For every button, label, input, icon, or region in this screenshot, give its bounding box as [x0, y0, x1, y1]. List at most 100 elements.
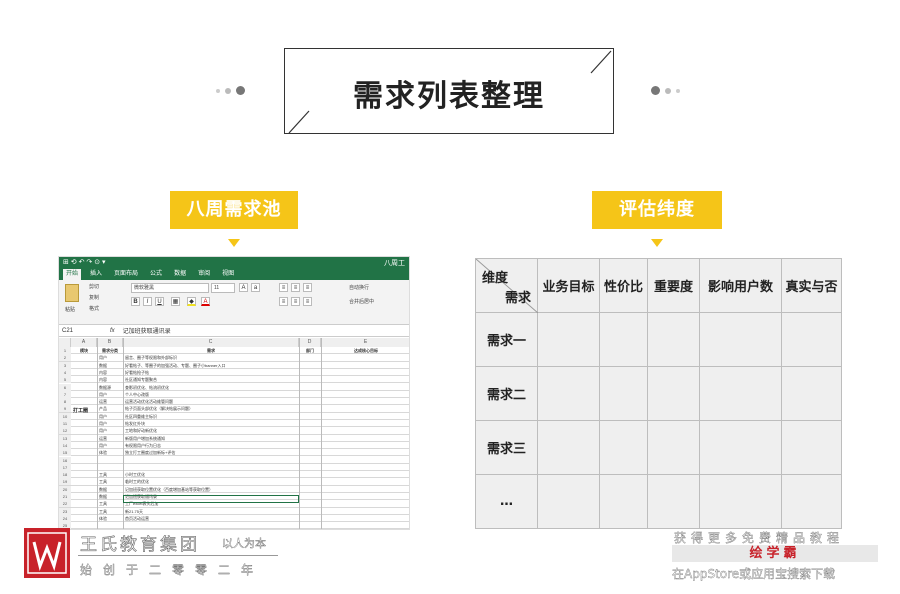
requirement-cell[interactable]: 个人中心改版: [125, 391, 297, 398]
row-number[interactable]: 20: [59, 485, 71, 493]
table-row[interactable]: 6 数据源 查影初优化、帖流初优化: [59, 383, 409, 391]
requirement-cell[interactable]: 帖子页面头部优化（解决帖展示问题）: [125, 405, 297, 412]
tab-insert[interactable]: 插入: [87, 269, 105, 280]
align-top-icon[interactable]: ≡: [279, 283, 288, 292]
category-cell[interactable]: 数据: [99, 493, 123, 500]
table-row[interactable]: 14 用户 有权限用户行为日志: [59, 441, 409, 450]
align-right-icon[interactable]: ≡: [303, 297, 312, 306]
category-cell[interactable]: 用户: [99, 420, 123, 427]
category-cell[interactable]: 工具: [99, 471, 123, 478]
row-number[interactable]: 23: [59, 507, 71, 515]
align-bottom-icon[interactable]: ≡: [303, 283, 312, 292]
row-number[interactable]: 7: [59, 390, 71, 398]
table-row[interactable]: 11 用户 帖发红外块: [59, 420, 409, 428]
category-cell[interactable]: 用户: [99, 442, 123, 449]
table-row[interactable]: 5 内容 社区通知专题聚合: [59, 376, 409, 384]
cut-button[interactable]: 剪切: [89, 283, 99, 290]
requirement-cell[interactable]: 新21.75天: [125, 508, 297, 515]
row-number[interactable]: 12: [59, 427, 71, 435]
category-cell[interactable]: 数据: [99, 486, 123, 493]
table-row[interactable]: 17: [59, 463, 409, 472]
category-cell[interactable]: 工具: [99, 500, 123, 507]
table-row[interactable]: 18 工具 小时工优化: [59, 471, 409, 479]
copy-button[interactable]: 复制: [89, 294, 99, 301]
category-cell[interactable]: [99, 464, 123, 471]
category-cell[interactable]: 运营: [99, 398, 123, 405]
requirement-cell[interactable]: 运营活动优化活动维管问题: [125, 398, 297, 405]
category-cell[interactable]: 用户: [99, 354, 123, 361]
header-cell[interactable]: 达成核心目标: [321, 347, 409, 354]
table-row[interactable]: 20 数据 记加班获取位置优化（百度增加基站等获取位置）: [59, 485, 409, 493]
tab-home[interactable]: 开始: [63, 269, 82, 280]
category-cell[interactable]: 工具: [99, 478, 123, 485]
name-box[interactable]: C21: [62, 328, 102, 334]
row-number[interactable]: 16: [59, 456, 71, 464]
requirement-cell[interactable]: 临时工的优化: [125, 478, 297, 485]
wrap-text-button[interactable]: 自动换行: [349, 284, 369, 291]
requirement-cell[interactable]: 工地和好动新优化: [125, 427, 297, 434]
requirement-cell[interactable]: 有权限用户行为日志: [125, 442, 297, 449]
category-cell[interactable]: 产品: [99, 405, 123, 412]
category-cell[interactable]: 内容: [99, 369, 123, 376]
row-number[interactable]: 5: [59, 376, 71, 384]
category-cell[interactable]: 体验: [99, 449, 123, 456]
row-number[interactable]: 1: [59, 347, 71, 354]
decrease-font-icon[interactable]: a: [251, 283, 260, 292]
table-row[interactable]: 23 工具 新21.75天: [59, 507, 409, 515]
category-cell[interactable]: 体验: [99, 515, 123, 522]
row-number[interactable]: 19: [59, 478, 71, 486]
requirement-cell[interactable]: 社区四重维主标识: [125, 413, 297, 420]
font-name-select[interactable]: 微软雅黑: [131, 283, 209, 293]
tab-view[interactable]: 视图: [219, 269, 237, 280]
tab-page-layout[interactable]: 页面布局: [111, 269, 141, 280]
requirement-cell[interactable]: 新版用户增加系统通知: [125, 435, 297, 442]
requirement-cell[interactable]: 帖发红外块: [125, 420, 297, 427]
table-row[interactable]: 15 体验 独立打工圈度过加新标+评估: [59, 449, 409, 457]
requirement-cell[interactable]: 查影初优化、帖流初优化: [125, 384, 297, 391]
row-number[interactable]: 15: [59, 449, 71, 457]
requirement-cell[interactable]: 社区通知专题聚合: [125, 376, 297, 383]
table-row[interactable]: 10 用户 社区四重维主标识: [59, 412, 409, 420]
category-cell[interactable]: 用户: [99, 391, 123, 398]
table-row[interactable]: 12 用户 工地和好动新优化: [59, 427, 409, 435]
table-row[interactable]: 7 用户 个人中心改版: [59, 390, 409, 399]
increase-font-icon[interactable]: A: [239, 283, 248, 292]
row-number[interactable]: 3: [59, 361, 71, 369]
row-number[interactable]: 21: [59, 493, 71, 500]
italic-button[interactable]: I: [143, 297, 152, 306]
category-cell[interactable]: 工具: [99, 508, 123, 515]
row-number[interactable]: 22: [59, 500, 71, 508]
row-number[interactable]: 8: [59, 398, 71, 406]
table-row[interactable]: 19 工具 临时工的优化: [59, 478, 409, 486]
row-number[interactable]: 14: [59, 441, 71, 449]
requirement-cell[interactable]: [125, 522, 297, 529]
selected-cell[interactable]: [123, 495, 299, 503]
header-cell[interactable]: 需求: [123, 347, 299, 354]
merge-center-button[interactable]: 合并后居中: [349, 298, 374, 305]
requirement-cell[interactable]: 好看帖子、等圈子的加强活动、专题、圈子小banner入口: [125, 362, 297, 369]
bold-button[interactable]: B: [131, 297, 140, 306]
quick-access-toolbar[interactable]: ⊞ ⟲ ↶ ↷ ⊙ ▾: [63, 258, 106, 266]
category-cell[interactable]: 用户: [99, 413, 123, 420]
requirement-cell[interactable]: 记加班获取位置优化（百度增加基站等获取位置）: [125, 486, 297, 493]
row-number[interactable]: 13: [59, 434, 71, 442]
font-color-icon[interactable]: A: [201, 297, 210, 306]
tab-data[interactable]: 数据: [171, 269, 189, 280]
category-cell[interactable]: [99, 457, 123, 464]
fill-color-icon[interactable]: ◆: [187, 297, 196, 306]
requirement-cell[interactable]: 留言、圈子等权限和外部标识: [125, 354, 297, 361]
table-row[interactable]: 2 用户 留言、圈子等权限和外部标识: [59, 354, 409, 362]
category-cell[interactable]: 用户: [99, 427, 123, 434]
category-cell[interactable]: 内容: [99, 376, 123, 383]
tab-formulas[interactable]: 公式: [147, 269, 165, 280]
table-row[interactable]: 模块 需求分类 需求 部门 达成核心目标 1: [59, 347, 409, 355]
align-left-icon[interactable]: ≡: [279, 297, 288, 306]
align-center-icon[interactable]: ≡: [291, 297, 300, 306]
table-row[interactable]: 3 数据 好看帖子、等圈子的加强活动、专题、圈子小banner入口: [59, 361, 409, 369]
table-row[interactable]: 8 运营 运营活动优化活动维管问题: [59, 398, 409, 406]
row-number[interactable]: 6: [59, 383, 71, 391]
row-number[interactable]: 11: [59, 420, 71, 427]
align-middle-icon[interactable]: ≡: [291, 283, 300, 292]
row-number[interactable]: 9: [59, 405, 71, 413]
requirement-cell[interactable]: 小时工优化: [125, 471, 297, 478]
